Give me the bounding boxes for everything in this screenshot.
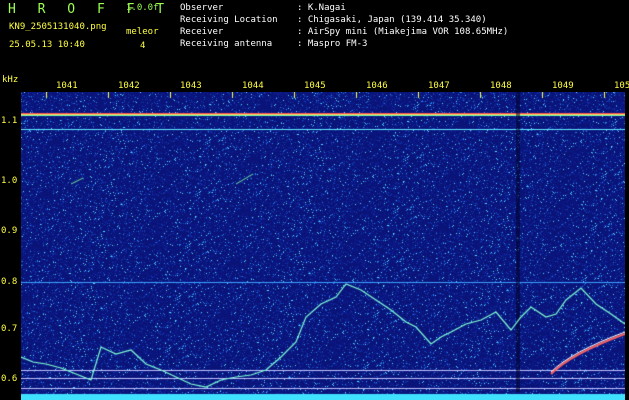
x-tick-label: 1049 [552,81,574,91]
x-tick-label: 1041 [56,81,78,91]
y-tick-label: 1.1 [1,116,18,126]
antenna-key: Receiving antenna [180,39,273,49]
x-tick-label: 1042 [118,81,140,91]
spectrogram-window: H R O F F T 1.0.0f KN9_2505131040.png me… [0,0,629,400]
antenna-value: : Maspro FM-3 [297,39,368,49]
app-version: 1.0.0f [126,3,159,13]
observer-key: Observer [180,3,224,13]
x-tick-label: 1045 [304,81,326,91]
x-tick-label: 1047 [428,81,450,91]
x-tick-label: 1043 [180,81,202,91]
y-tick-label: 0.9 [1,226,18,236]
y-tick-label: 0.7 [1,324,18,334]
file-name: KN9_2505131040.png [9,22,107,32]
x-tick-label: 1046 [366,81,388,91]
receiver-value: : AirSpy mini (Miakejima VOR 108.65MHz) [297,27,509,37]
y-axis-unit: kHz [2,75,19,85]
spectrogram-plot [21,92,625,400]
date-time: 25.05.13 10:40 [9,40,85,50]
location-value: : Chigasaki, Japan (139.414 35.340) [297,15,487,25]
x-tick-label: 1044 [242,81,264,91]
mode-label: meleor [126,27,159,37]
observer-value: : K.Nagai [297,3,346,13]
mode-value: 4 [140,41,146,51]
x-tick-label: 1048 [490,81,512,91]
location-key: Receiving Location [180,15,278,25]
y-tick-label: 0.6 [1,374,18,384]
y-tick-label: 0.8 [1,277,18,287]
x-tick-label: 1050 [614,81,629,91]
receiver-key: Receiver [180,27,224,37]
y-tick-label: 1.0 [1,176,18,186]
